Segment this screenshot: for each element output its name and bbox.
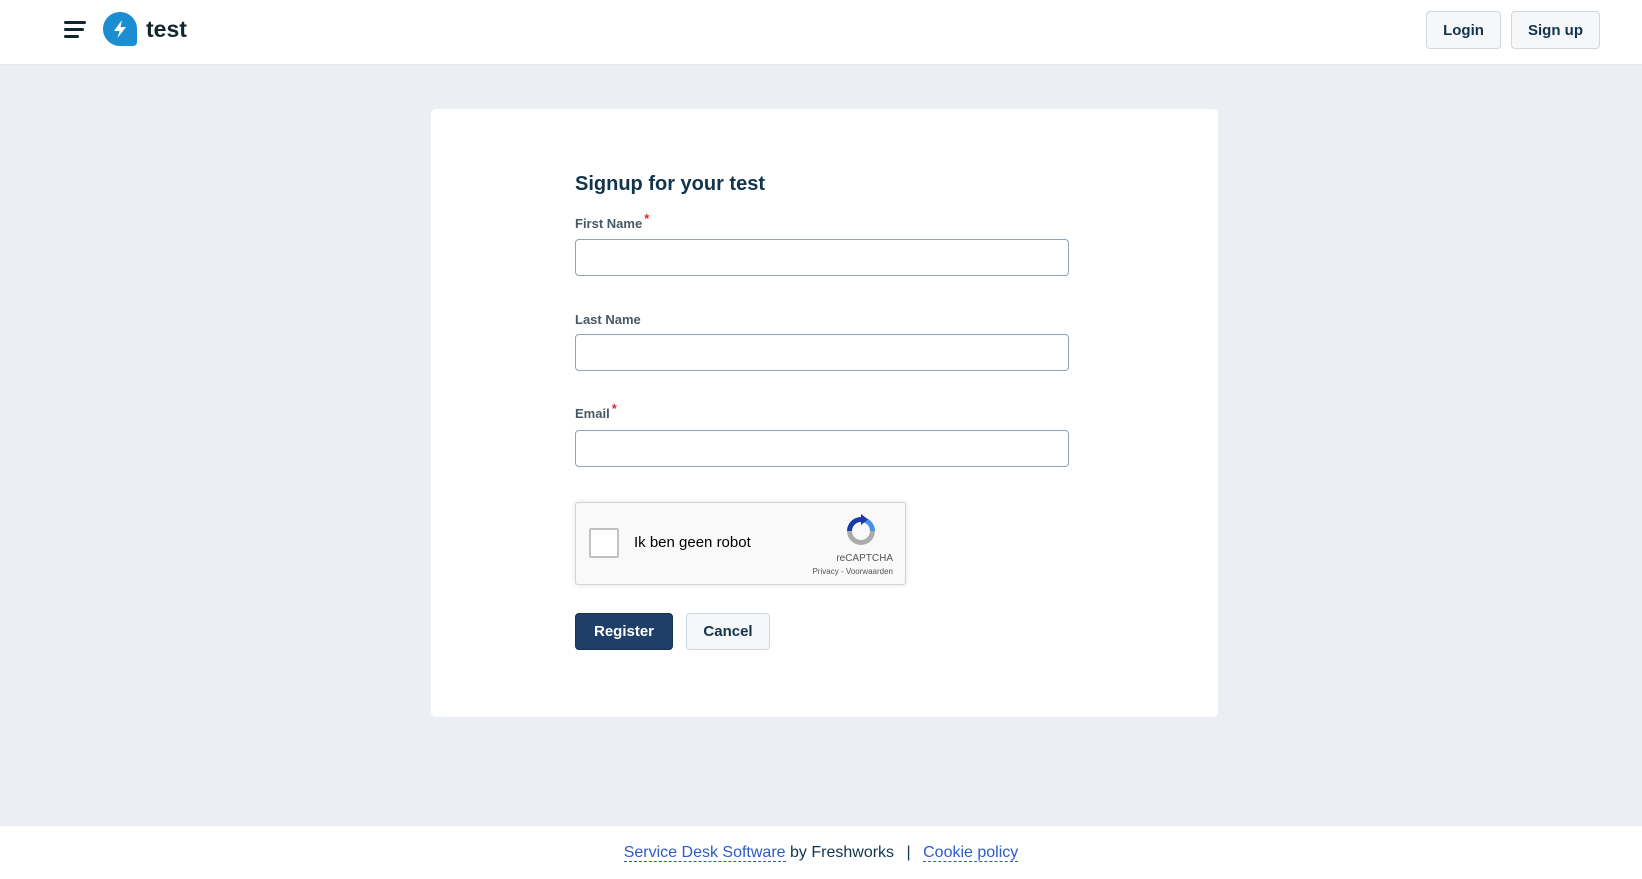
recaptcha-widget: Ik ben geen robot reCAPTCHA Privacy - Vo… — [575, 502, 906, 585]
last-name-input[interactable] — [575, 334, 1069, 371]
lightning-logo-icon[interactable] — [102, 11, 138, 47]
first-name-input[interactable] — [575, 239, 1069, 276]
required-marker: * — [611, 401, 617, 416]
recaptcha-label: Ik ben geen robot — [634, 534, 751, 551]
login-button[interactable]: Login — [1426, 11, 1501, 49]
signup-button[interactable]: Sign up — [1511, 11, 1600, 49]
recaptcha-terms-link[interactable]: Voorwaarden — [846, 567, 893, 576]
top-header: test Login Sign up — [0, 0, 1642, 65]
footer: Service Desk Software by Freshworks | Co… — [0, 826, 1642, 879]
email-label: Email * — [575, 401, 617, 421]
recaptcha-privacy-link[interactable]: Privacy — [812, 567, 838, 576]
recaptcha-separator: - — [840, 567, 844, 576]
required-marker: * — [644, 211, 650, 226]
page-title: Signup for your test — [575, 173, 765, 195]
recaptcha-links: Privacy - Voorwaarden — [812, 567, 893, 576]
service-desk-link[interactable]: Service Desk Software — [623, 844, 786, 862]
signup-card: Signup for your test First Name * Last Na… — [431, 109, 1218, 717]
footer-separator: | — [906, 844, 911, 861]
recaptcha-brand: reCAPTCHA — [836, 553, 893, 564]
first-name-label: First Name * — [575, 211, 649, 231]
last-name-label: Last Name — [575, 312, 641, 327]
footer-by-text: by Freshworks — [790, 844, 895, 861]
email-input[interactable] — [575, 430, 1069, 467]
menu-icon[interactable] — [64, 19, 88, 41]
email-label-text: Email — [575, 406, 610, 421]
first-name-label-text: First Name — [575, 216, 643, 231]
brand-name[interactable]: test — [146, 16, 187, 43]
recaptcha-logo-icon — [847, 514, 875, 545]
register-button[interactable]: Register — [575, 613, 673, 650]
cookie-policy-link[interactable]: Cookie policy — [923, 844, 1019, 862]
recaptcha-checkbox[interactable] — [589, 528, 619, 558]
cancel-button[interactable]: Cancel — [686, 613, 770, 650]
